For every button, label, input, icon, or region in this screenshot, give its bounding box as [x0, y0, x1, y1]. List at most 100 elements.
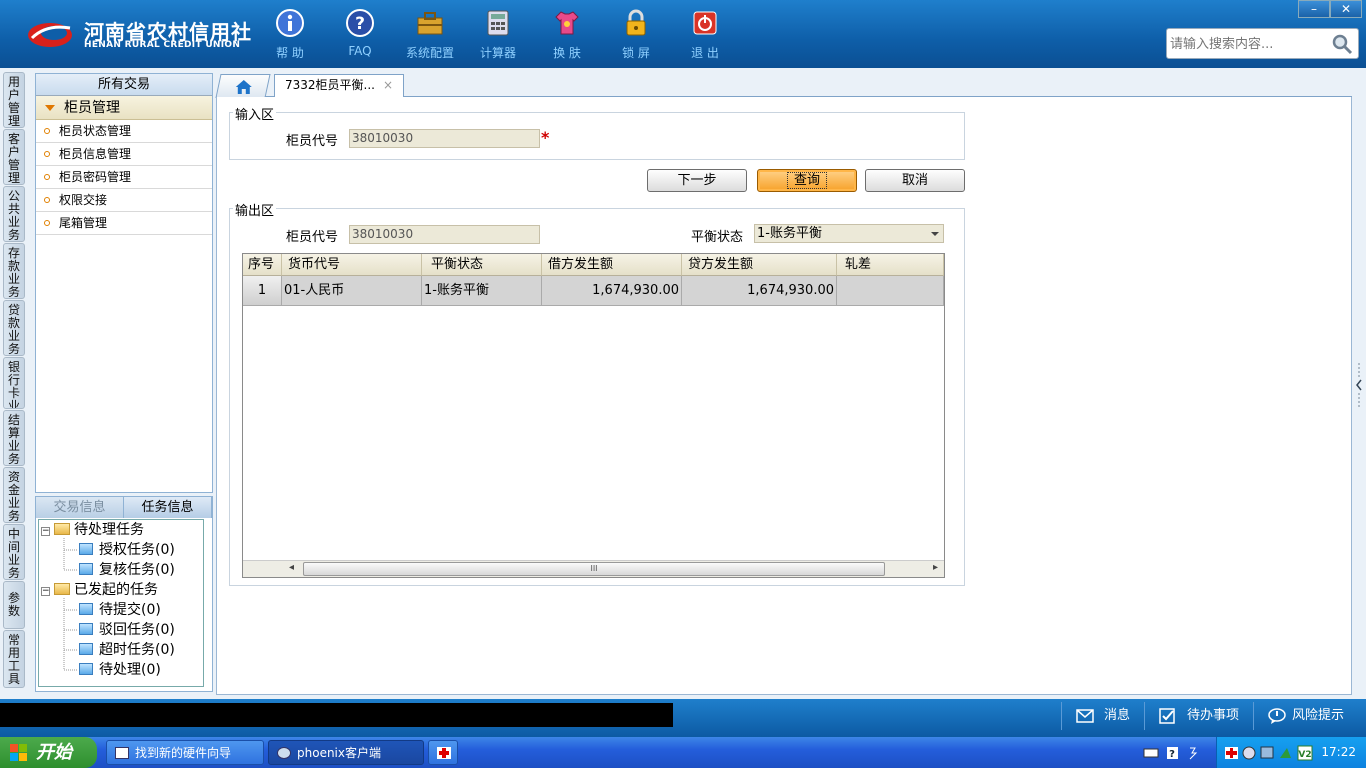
todo-button[interactable]: 待办事项: [1144, 702, 1252, 730]
menu-header[interactable]: 所有交易: [36, 74, 212, 96]
vtab-customer-management[interactable]: 客户管理: [3, 129, 25, 185]
power-icon: [693, 11, 717, 35]
app-header: 河南省农村信用社 HENAN RURAL CREDIT UNION 帮 助 ? …: [0, 0, 1366, 68]
scroll-left-icon[interactable]: ◂: [289, 562, 294, 573]
column-header-credit[interactable]: 贷方发生额: [682, 254, 837, 276]
vtab-deposit-business[interactable]: 存款业务: [3, 243, 25, 299]
cancel-button[interactable]: 取消: [865, 169, 965, 192]
menu-item-cash-box[interactable]: 尾箱管理: [36, 212, 212, 235]
dropdown-arrow-icon[interactable]: [931, 232, 939, 236]
vtab-card-business[interactable]: 银行卡业务: [3, 357, 25, 409]
taskbar-item-phoenix-client[interactable]: phoenix客户端: [268, 740, 424, 765]
close-button[interactable]: ✕: [1330, 0, 1362, 18]
tab-transaction-info[interactable]: 交易信息: [36, 497, 124, 518]
tree-leaf-authorize[interactable]: 授权任务(0): [79, 540, 175, 560]
vtab-common-tools[interactable]: 常用工具: [3, 630, 25, 688]
bullet-icon: [44, 197, 50, 203]
table-cell-debit[interactable]: 1,674,930.00: [542, 276, 682, 306]
search-icon[interactable]: [1330, 33, 1354, 55]
task-icon: [79, 543, 93, 555]
scroll-right-icon[interactable]: ▸: [933, 562, 938, 573]
faq-button[interactable]: ? FAQ: [330, 8, 390, 60]
tray-icons[interactable]: V2: [1225, 745, 1315, 761]
table-cell-currency[interactable]: 01-人民币: [282, 276, 422, 306]
tab-title: 7332柜员平衡...: [285, 78, 375, 92]
collapse-icon[interactable]: −: [41, 527, 50, 536]
query-button[interactable]: 查询: [757, 169, 857, 192]
clock[interactable]: 17:22: [1321, 745, 1356, 759]
vertical-module-tabs: 用户管理 客户管理 公共业务 存款业务 贷款业务 银行卡业务 结算业务 资金业务…: [0, 68, 30, 698]
help-button[interactable]: 帮 助: [260, 8, 320, 60]
vtab-fund-business[interactable]: 资金业务: [3, 467, 25, 523]
right-collapse-rail: [1352, 73, 1366, 695]
teller-id-input[interactable]: 38010030: [349, 129, 540, 148]
next-step-button[interactable]: 下一步: [647, 169, 747, 192]
menu-item-teller-status[interactable]: 柜员状态管理: [36, 120, 212, 143]
vtab-user-management[interactable]: 用户管理: [3, 72, 25, 128]
menu-item-teller-info[interactable]: 柜员信息管理: [36, 143, 212, 166]
tab-home[interactable]: [215, 74, 271, 98]
menu-item-label: 尾箱管理: [59, 216, 108, 230]
risk-alert-button[interactable]: 风险提示: [1253, 702, 1363, 730]
column-header-difference[interactable]: 轧差: [837, 254, 944, 276]
tree-leaf-to-process[interactable]: 待处理(0): [79, 660, 161, 680]
document-tab-bar: 7332柜员平衡... ×: [215, 73, 1352, 98]
taskbar-item-quick-app[interactable]: [428, 740, 458, 765]
tree-leaf-label: 待提交(0): [99, 602, 161, 618]
column-header-seq[interactable]: 序号: [243, 254, 282, 276]
column-header-debit[interactable]: 借方发生额: [542, 254, 682, 276]
taskbar-item-hardware-wizard[interactable]: 找到新的硬件向导: [106, 740, 264, 765]
vtab-parameters[interactable]: 参数: [3, 581, 25, 629]
minimize-button[interactable]: –: [1298, 0, 1330, 18]
table-cell-seq[interactable]: 1: [243, 276, 282, 306]
messages-button[interactable]: 消息: [1061, 702, 1143, 730]
skin-label: 换 肤: [553, 46, 581, 60]
exit-button[interactable]: 退 出: [675, 8, 735, 60]
scroll-thumb[interactable]: III: [303, 562, 885, 576]
info-icon: [276, 9, 304, 37]
help-label: 帮 助: [276, 46, 304, 60]
start-button[interactable]: 开始: [0, 737, 97, 768]
vtab-settlement-business[interactable]: 结算业务: [3, 410, 25, 466]
tree-node-initiated[interactable]: − 已发起的任务: [41, 580, 158, 600]
tree-leaf-to-submit[interactable]: 待提交(0): [79, 600, 161, 620]
collapse-icon[interactable]: −: [41, 587, 50, 596]
system-config-button[interactable]: 系统配置: [400, 8, 460, 60]
tab-close-icon[interactable]: ×: [383, 75, 393, 95]
vtab-loan-business[interactable]: 贷款业务: [3, 300, 25, 356]
table-cell-credit[interactable]: 1,674,930.00: [682, 276, 837, 306]
table-cell-status[interactable]: 1-账务平衡: [422, 276, 542, 306]
app-icon: [277, 747, 291, 759]
bullet-icon: [44, 151, 50, 157]
tree-leaf-timeout[interactable]: 超时任务(0): [79, 640, 175, 660]
balance-status-label: 平衡状态: [691, 230, 744, 245]
collapse-arrow-icon[interactable]: [1354, 363, 1364, 407]
skin-button[interactable]: 换 肤: [537, 8, 597, 60]
input-area: [229, 112, 965, 160]
menu-group-teller-management[interactable]: 柜员管理: [36, 96, 212, 120]
vtab-public-business[interactable]: 公共业务: [3, 186, 25, 242]
menu-item-teller-password[interactable]: 柜员密码管理: [36, 166, 212, 189]
table-cell-difference[interactable]: [837, 276, 944, 306]
tab-task-info[interactable]: 任务信息: [124, 497, 212, 518]
output-area-legend: 输出区: [233, 200, 277, 219]
tree-leaf-rejected[interactable]: 驳回任务(0): [79, 620, 175, 640]
messages-label: 消息: [1104, 708, 1131, 723]
transaction-menu: 所有交易 柜员管理 柜员状态管理 柜员信息管理 柜员密码管理 权限交接 尾箱管理: [35, 73, 213, 493]
horizontal-scrollbar[interactable]: ◂ III ▸: [243, 560, 944, 577]
keyboard-help-icons[interactable]: ?: [1142, 744, 1212, 762]
vtab-intermediate-business[interactable]: 中间业务: [3, 524, 25, 580]
menu-item-permission-handover[interactable]: 权限交接: [36, 189, 212, 212]
search-input[interactable]: [1170, 34, 1330, 54]
task-panel: 交易信息 任务信息 − 待处理任务 授权任务(0) 复核任务(0) − 已发起的任务…: [35, 496, 213, 692]
column-header-currency[interactable]: 货币代号: [282, 254, 422, 276]
calculator-button[interactable]: 计算器: [468, 8, 528, 60]
column-header-status[interactable]: 平衡状态: [422, 254, 542, 276]
tree-node-pending[interactable]: − 待处理任务: [41, 520, 144, 540]
tree-leaf-review[interactable]: 复核任务(0): [79, 560, 175, 580]
balance-status-select[interactable]: 1-账务平衡: [754, 224, 944, 243]
bullet-icon: [44, 128, 50, 134]
todo-label: 待办事项: [1187, 708, 1240, 723]
tab-teller-balance[interactable]: 7332柜员平衡... ×: [274, 74, 404, 98]
lock-screen-button[interactable]: 锁 屏: [606, 8, 666, 60]
